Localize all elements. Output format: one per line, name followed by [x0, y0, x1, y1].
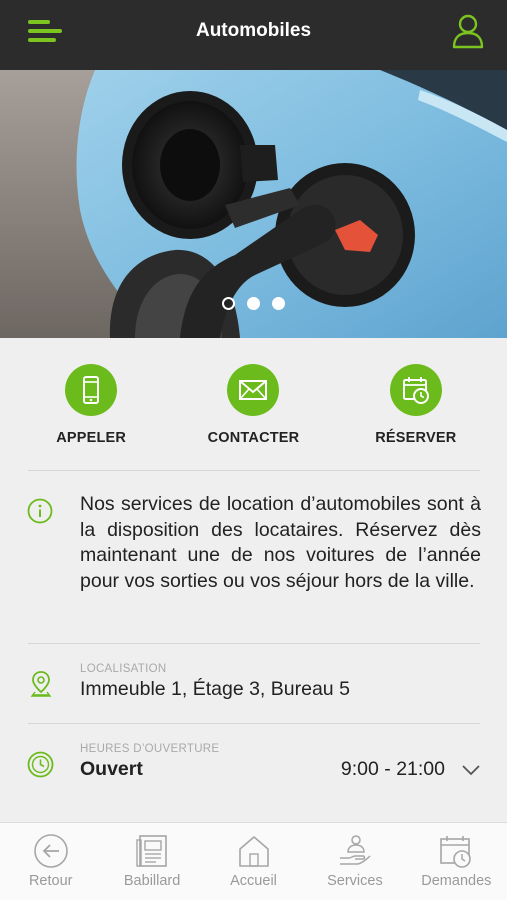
- action-buttons: APPELER CONTACTER RÉSERVER: [0, 338, 507, 470]
- home-icon: [238, 836, 269, 867]
- divider: [28, 723, 480, 724]
- opening-hours-range: 9:00 - 21:00: [340, 758, 445, 780]
- location-value: Immeuble 1, Étage 3, Bureau 5: [80, 678, 350, 700]
- hero-carousel[interactable]: [0, 70, 507, 338]
- opening-hours-label: HEURES D’OUVERTURE: [80, 743, 220, 755]
- top-bar: Automobiles: [0, 0, 507, 70]
- carousel-dot-3[interactable]: [272, 297, 285, 310]
- location-pin-icon: [30, 671, 52, 697]
- divider: [28, 470, 480, 471]
- nav-home-label: Accueil: [230, 873, 277, 889]
- nav-bulletin-label: Babillard: [123, 873, 181, 889]
- clock-icon: [27, 751, 54, 778]
- chevron-down-icon[interactable]: [461, 762, 481, 778]
- nav-bulletin[interactable]: Babillard: [101, 823, 202, 900]
- nav-back[interactable]: Retour: [0, 823, 101, 900]
- contact-button[interactable]: CONTACTER: [178, 338, 328, 470]
- service-description: Nos services de location d’automobiles s…: [80, 493, 481, 592]
- carousel-dot-1[interactable]: [222, 297, 235, 310]
- divider: [28, 643, 480, 644]
- reserve-button[interactable]: RÉSERVER: [341, 338, 491, 470]
- call-button[interactable]: APPELER: [16, 338, 166, 470]
- opening-status: Ouvert: [80, 758, 143, 780]
- carousel-dots: [0, 297, 507, 310]
- reserve-button-label: RÉSERVER: [375, 430, 457, 446]
- info-icon: [27, 498, 53, 524]
- carousel-dot-2[interactable]: [247, 297, 260, 310]
- bulletin-board-icon: [136, 835, 167, 867]
- back-arrow-icon: [33, 834, 68, 868]
- location-label: LOCALISATION: [80, 663, 167, 675]
- nav-requests[interactable]: Demandes: [406, 823, 507, 900]
- phone-icon: [83, 376, 100, 404]
- nav-services-label: Services: [327, 873, 383, 889]
- calendar-request-icon: [440, 836, 472, 868]
- user-profile-icon[interactable]: [451, 12, 485, 50]
- call-button-label: APPELER: [56, 430, 127, 446]
- bottom-navigation: Retour Babillard Accueil Services Demand…: [0, 822, 507, 900]
- concierge-icon: [339, 835, 371, 865]
- contact-button-label: CONTACTER: [207, 430, 300, 446]
- envelope-icon: [239, 380, 268, 400]
- nav-back-label: Retour: [28, 873, 73, 889]
- nav-home[interactable]: Accueil: [203, 823, 304, 900]
- nav-requests-label: Demandes: [421, 873, 492, 889]
- calendar-clock-icon: [402, 377, 429, 404]
- nav-services[interactable]: Services: [304, 823, 405, 900]
- page-title: Automobiles: [195, 20, 312, 41]
